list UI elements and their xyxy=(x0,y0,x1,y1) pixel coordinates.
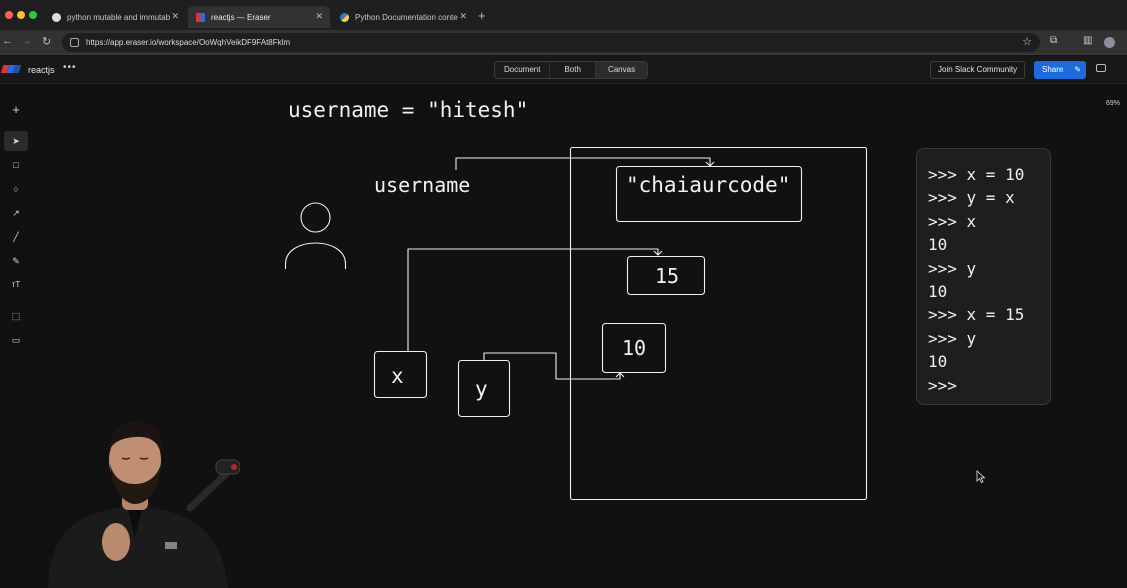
python-icon xyxy=(340,12,349,22)
person-head[interactable] xyxy=(300,202,331,233)
tab-title: Python Documentation conte xyxy=(355,12,458,22)
x-arrow[interactable] xyxy=(407,248,659,351)
eraser-logo-icon[interactable] xyxy=(0,65,22,73)
terminal-line: >>> y = x xyxy=(928,188,1015,208)
canvas-view-button[interactable]: Canvas xyxy=(595,62,648,78)
maximize-window-button[interactable] xyxy=(29,11,37,19)
browser-tab[interactable]: python mutable and immutab ✕ xyxy=(44,6,186,28)
minimize-window-button[interactable] xyxy=(17,11,25,19)
google-icon xyxy=(52,12,61,22)
terminal-line: >>> y xyxy=(928,328,977,348)
y-arrow[interactable] xyxy=(483,352,621,380)
profile-avatar[interactable] xyxy=(1104,37,1115,48)
close-tab-icon[interactable]: ✕ xyxy=(459,11,467,22)
python-terminal-panel[interactable]: >>> x = 10 >>> y = x >>> x 10 >>> y 10 >… xyxy=(916,148,1051,405)
terminal-line: >>> x xyxy=(928,211,977,231)
both-view-button[interactable]: Both xyxy=(550,62,596,78)
terminal-line: 10 xyxy=(928,352,948,372)
sidebar-icon[interactable]: ▥ xyxy=(1083,35,1092,46)
terminal-line: 10 xyxy=(928,282,948,302)
view-toggle: Document Both Canvas xyxy=(494,61,649,79)
join-slack-button[interactable]: Join Slack Community xyxy=(930,61,1026,79)
browser-tab[interactable]: Python Documentation conte ✕ xyxy=(332,6,474,28)
terminal-line: >>> x = 10 xyxy=(928,165,1025,184)
var-y-text[interactable]: y xyxy=(475,377,488,401)
comments-icon[interactable] xyxy=(1096,64,1106,72)
presenter-webcam-overlay xyxy=(48,421,240,588)
person-body[interactable] xyxy=(284,242,347,269)
back-arrow-icon[interactable]: ← xyxy=(2,35,13,47)
browser-tab-bar: python mutable and immutab ✕ reactjs — E… xyxy=(0,0,1127,30)
close-tab-icon[interactable]: ✕ xyxy=(315,11,323,22)
assignment-text[interactable]: username = "hitesh" xyxy=(288,98,528,122)
close-window-button[interactable] xyxy=(5,11,13,19)
terminal-line: 10 xyxy=(928,235,948,255)
more-options-icon[interactable]: ••• xyxy=(63,62,77,73)
tab-title: python mutable and immutab xyxy=(67,12,171,22)
terminal-line: >>> y xyxy=(928,258,977,278)
close-tab-icon[interactable]: ✕ xyxy=(171,11,179,22)
bookmark-star-icon[interactable]: ☆ xyxy=(1022,35,1032,48)
tab-title: reactjs — Eraser xyxy=(211,12,271,22)
document-view-button[interactable]: Document xyxy=(495,62,551,78)
share-label: Share xyxy=(1042,65,1064,74)
project-name[interactable]: reactjs xyxy=(28,65,55,75)
username-label[interactable]: username xyxy=(374,173,470,197)
app-header: reactjs ••• Document Both Canvas Join Sl… xyxy=(0,56,1127,84)
mouse-cursor-icon xyxy=(976,470,986,484)
forward-arrow-icon[interactable]: → xyxy=(21,35,32,47)
link-icon: ✎ xyxy=(1074,65,1081,74)
terminal-line: >>> x = 15 xyxy=(928,305,1025,325)
value-10-text[interactable]: 10 xyxy=(622,336,646,360)
url-input[interactable]: https://app.eraser.io/workspace/OoWqhVei… xyxy=(62,33,1040,52)
var-x-text[interactable]: x xyxy=(391,364,404,388)
browser-tab-active[interactable]: reactjs — Eraser ✕ xyxy=(188,6,330,28)
terminal-line: >>> xyxy=(928,375,957,395)
address-bar-row: ← → ↻ https://app.eraser.io/workspace/Oo… xyxy=(0,30,1127,55)
reload-icon[interactable]: ↻ xyxy=(42,35,51,48)
string-value-text[interactable]: "chaiaurcode" xyxy=(626,173,790,197)
share-button[interactable]: Share ✎ xyxy=(1034,61,1086,79)
username-arrow[interactable] xyxy=(455,157,711,170)
new-tab-button[interactable]: + xyxy=(478,8,486,23)
url-text: https://app.eraser.io/workspace/OoWqhVei… xyxy=(86,38,291,47)
extensions-icon[interactable]: ⧉ xyxy=(1050,35,1057,46)
value-15-text[interactable]: 15 xyxy=(655,264,679,288)
eraser-favicon-icon xyxy=(196,12,205,22)
site-settings-icon[interactable] xyxy=(70,38,79,47)
